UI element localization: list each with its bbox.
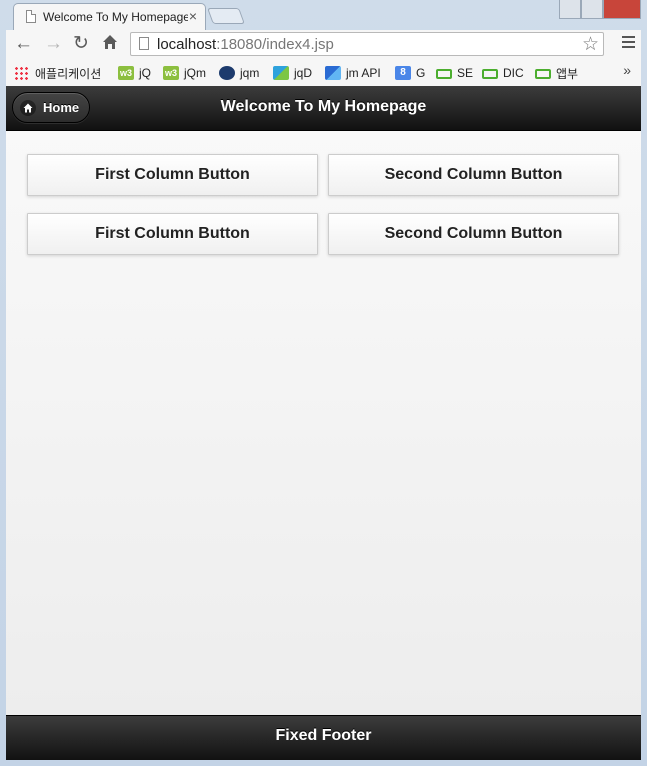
bookmark-app-part[interactable]: 앱부	[535, 64, 578, 82]
bookmark-dic[interactable]: DIC	[482, 64, 524, 82]
page-footer: Fixed Footer	[6, 715, 641, 760]
w3-icon: w3	[118, 66, 134, 80]
address-bar[interactable]: localhost:18080/index4.jsp ☆	[130, 32, 604, 56]
bookmark-jm-api[interactable]: jm API	[325, 64, 381, 82]
folder-icon	[482, 68, 498, 79]
url-text: localhost:18080/index4.jsp	[157, 36, 334, 53]
page-icon	[26, 10, 36, 23]
bookmark-jqd[interactable]: jqD	[273, 64, 312, 82]
browser-toolbar: ← → ↻ localhost:18080/index4.jsp ☆	[6, 30, 641, 60]
bookmark-se[interactable]: SE	[436, 64, 473, 82]
browser-window: Welcome To My Homepage × ← → ↻ localhost…	[0, 0, 647, 766]
close-tab-icon[interactable]: ×	[189, 8, 197, 24]
first-column-button-row1[interactable]: First Column Button	[27, 154, 318, 196]
bookmark-jq[interactable]: w3 jQ	[118, 64, 151, 82]
browser-menu-icon[interactable]	[622, 36, 635, 51]
first-column-button-row2[interactable]: First Column Button	[27, 213, 318, 255]
forward-arrow-icon[interactable]: →	[44, 34, 63, 54]
tab-title: Welcome To My Homepage	[43, 10, 188, 24]
bookmark-jqm[interactable]: jqm	[219, 64, 259, 82]
home-button[interactable]: Home	[12, 92, 90, 123]
new-tab-button[interactable]	[207, 8, 245, 24]
close-window-button[interactable]	[603, 0, 641, 19]
bookmark-g[interactable]: 8 G	[395, 64, 425, 82]
reload-icon[interactable]: ↻	[73, 34, 89, 54]
folder-icon	[436, 68, 452, 79]
page-title: Welcome To My Homepage	[220, 98, 427, 115]
page-content: First Column Button Second Column Button…	[6, 131, 641, 715]
bookmark-jqm-w3[interactable]: w3 jQm	[163, 64, 206, 82]
bookmarks-bar: 애플리케이션 w3 jQ w3 jQm jqm jqD jm API 8 G S…	[6, 60, 641, 86]
window-controls	[559, 0, 641, 19]
jquery-mobile-icon	[219, 66, 235, 80]
google-icon: 8	[395, 66, 411, 80]
jm-api-icon	[325, 66, 341, 80]
w3-icon: w3	[163, 66, 179, 80]
browser-tab[interactable]: Welcome To My Homepage ×	[13, 3, 206, 30]
home-icon	[20, 100, 36, 116]
maximize-button[interactable]	[581, 0, 603, 19]
second-column-button-row1[interactable]: Second Column Button	[328, 154, 619, 196]
second-column-button-row2[interactable]: Second Column Button	[328, 213, 619, 255]
folder-icon	[535, 68, 551, 79]
home-button-label: Home	[43, 100, 80, 115]
back-arrow-icon[interactable]: ←	[14, 34, 33, 54]
footer-title: Fixed Footer	[275, 727, 372, 744]
minimize-button[interactable]	[559, 0, 581, 19]
more-bookmarks-icon[interactable]: »	[623, 62, 631, 78]
page-viewport: Home Welcome To My Homepage First Column…	[6, 86, 641, 760]
bookmark-apps[interactable]: 애플리케이션	[14, 64, 101, 82]
page-info-icon[interactable]	[139, 37, 149, 50]
bookmark-star-icon[interactable]: ☆	[582, 33, 599, 56]
page-header: Home Welcome To My Homepage	[6, 86, 641, 131]
tab-strip: Welcome To My Homepage ×	[0, 0, 647, 30]
jquery-docs-icon	[273, 66, 289, 80]
home-page-icon[interactable]	[102, 34, 118, 55]
apps-grid-icon	[14, 66, 30, 80]
